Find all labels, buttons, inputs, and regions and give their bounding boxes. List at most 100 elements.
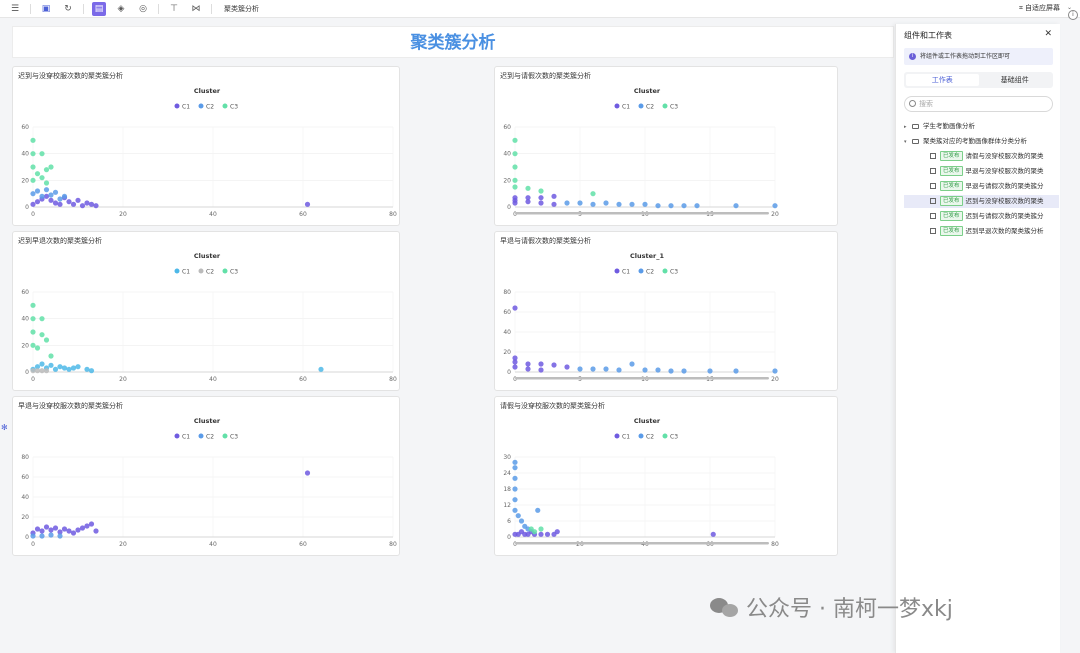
tree-item-5[interactable]: 已发布 迟到早退次数的聚类簇分析 bbox=[904, 225, 1059, 238]
watermark-text: 公众号 · 南柯一梦xkj bbox=[746, 597, 953, 622]
worksheet-icon bbox=[930, 213, 936, 219]
item-label: 早退与没穿校服次数的聚类 bbox=[965, 167, 1044, 175]
data-point bbox=[75, 197, 81, 203]
data-point bbox=[512, 459, 518, 465]
chart-panel-5[interactable]: 请假与没穿校服次数的聚类簇分析 Cluster C1 C2 C3 0 6 12 18 24 30 0… bbox=[494, 396, 838, 556]
info-icon: i bbox=[909, 53, 916, 60]
data-point bbox=[34, 199, 41, 205]
info-icon[interactable]: i bbox=[1068, 10, 1078, 20]
x-tick-label: 20 bbox=[119, 541, 127, 548]
layout-icon[interactable]: ▤ bbox=[92, 1, 106, 16]
tree-item-0[interactable]: 已发布 请假与没穿校服次数的聚类 bbox=[904, 150, 1059, 163]
legend-marker bbox=[174, 268, 180, 274]
x-scrollbar bbox=[515, 377, 769, 380]
data-point bbox=[544, 531, 551, 537]
published-badge: 已发布 bbox=[940, 181, 963, 191]
dashboard-title: 聚类簇分析 bbox=[12, 26, 894, 58]
data-point bbox=[88, 201, 95, 207]
folder-open-icon bbox=[912, 138, 919, 144]
data-point bbox=[48, 532, 54, 538]
tree-item-2[interactable]: 已发布 早退与请假次数的聚类簇分 bbox=[904, 180, 1059, 193]
data-point bbox=[39, 316, 45, 322]
refresh-icon[interactable]: ↻ bbox=[61, 2, 75, 16]
x-scrollbar bbox=[515, 542, 769, 545]
data-point bbox=[655, 367, 661, 373]
data-point bbox=[30, 137, 36, 143]
data-point bbox=[30, 533, 36, 539]
tab-worksheets[interactable]: 工作表 bbox=[906, 74, 979, 86]
published-badge: 已发布 bbox=[940, 226, 963, 236]
x-tick-label: 40 bbox=[209, 211, 217, 218]
data-point bbox=[48, 192, 54, 198]
y-tick-label: 40 bbox=[21, 151, 29, 158]
theme-icon[interactable]: ◎ bbox=[136, 2, 150, 16]
y-tick-label: 30 bbox=[503, 454, 511, 461]
legend-marker bbox=[222, 103, 228, 109]
data-point bbox=[30, 191, 36, 197]
tree-item-3[interactable]: 已发布 迟到与没穿校服次数的聚类 bbox=[904, 195, 1059, 208]
data-point bbox=[34, 345, 41, 351]
y-tick-label: 60 bbox=[503, 309, 511, 316]
search-input[interactable]: 搜索 bbox=[904, 96, 1053, 112]
chart-panel-3[interactable]: 早退与请假次数的聚类簇分析 Cluster_1C1C2C302040608005… bbox=[494, 231, 838, 391]
data-point bbox=[84, 523, 90, 529]
data-point bbox=[34, 526, 41, 532]
tree-folder-cluster[interactable]: ▾ 聚类簇对应的考勤画像群体分类分析 bbox=[904, 135, 1059, 148]
settings-icon[interactable]: ✻ bbox=[1, 423, 8, 432]
caret-down-icon[interactable]: ▾ bbox=[904, 136, 912, 148]
data-point bbox=[70, 365, 77, 371]
document-title: 聚类簇分析 bbox=[224, 4, 259, 13]
fit-screen-button[interactable]: ⌗ 自适应屏幕 bbox=[1019, 3, 1060, 13]
toolbar-divider bbox=[30, 3, 31, 14]
data-point bbox=[551, 193, 557, 199]
data-point bbox=[629, 361, 635, 367]
y-tick-label: 20 bbox=[503, 349, 511, 356]
tree-item-1[interactable]: 已发布 早退与没穿校服次数的聚类 bbox=[904, 165, 1059, 178]
share-icon[interactable]: ⋈ bbox=[189, 2, 203, 16]
toolbar-divider bbox=[211, 3, 212, 14]
caret-right-icon[interactable]: ▸ bbox=[904, 121, 912, 133]
chart-panel-4[interactable]: 早退与没穿校服次数的聚类簇分析 Cluster C1 C2 C3 0 20 40 60 80 0 2… bbox=[12, 396, 400, 556]
y-tick-label: 20 bbox=[21, 177, 29, 184]
panel-header: 组件和工作表 bbox=[904, 31, 952, 40]
y-tick-label: 40 bbox=[503, 151, 511, 158]
legend-marker bbox=[638, 103, 644, 109]
data-point bbox=[551, 201, 557, 207]
data-point bbox=[538, 361, 544, 367]
data-point bbox=[39, 528, 45, 534]
scatter-chart: Cluster C1 C2 C3 0 20 40 60 0 20 40 60 80 bbox=[21, 87, 397, 218]
save-icon[interactable]: ▣ bbox=[39, 2, 53, 16]
data-point bbox=[57, 533, 63, 539]
tree-folder-attendance[interactable]: ▸ 学生考勤画像分析 bbox=[904, 120, 1059, 133]
data-point bbox=[88, 521, 95, 527]
legend-label: C3 bbox=[230, 434, 238, 441]
y-tick-label: 6 bbox=[507, 518, 511, 525]
data-point bbox=[655, 203, 661, 209]
data-point bbox=[34, 171, 41, 177]
y-tick-label: 60 bbox=[21, 124, 29, 131]
data-point bbox=[52, 200, 59, 206]
legend-label: C2 bbox=[206, 269, 214, 276]
chart-panel-1[interactable]: 迟到与请假次数的聚类簇分析 ClusterC1C2C30204060051015… bbox=[494, 66, 838, 226]
drag-tip-text: 将组件或工作表拖动到工作区即可 bbox=[920, 53, 1011, 60]
data-point bbox=[512, 305, 518, 311]
data-point bbox=[39, 361, 45, 367]
legend-title: Cluster bbox=[634, 417, 661, 425]
outline-icon[interactable]: ☰ bbox=[8, 2, 22, 16]
filter-icon[interactable]: ⊤ bbox=[167, 2, 181, 16]
data-point bbox=[43, 524, 50, 530]
tree-item-4[interactable]: 已发布 迟到与请假次数的聚类簇分 bbox=[904, 210, 1059, 223]
chart-panel-2[interactable]: 迟到早退次数的聚类簇分析 Cluster C1 C2 C3 0 20 40 60 0 20 40 60… bbox=[12, 231, 400, 391]
data-point bbox=[43, 193, 50, 199]
component-icon[interactable]: ◈ bbox=[114, 2, 128, 16]
legend-label: C1 bbox=[182, 434, 190, 441]
toolbar-divider bbox=[158, 3, 159, 14]
y-tick-label: 60 bbox=[503, 124, 511, 131]
data-point bbox=[512, 151, 518, 157]
data-point bbox=[564, 200, 570, 206]
data-point bbox=[710, 531, 716, 537]
tab-basic-components[interactable]: 基础组件 bbox=[979, 74, 1052, 86]
close-icon[interactable]: ✕ bbox=[1044, 29, 1052, 39]
data-point bbox=[79, 525, 86, 531]
chart-panel-0[interactable]: 迟到与没穿校服次数的聚类簇分析 Cluster C1 C2 C3 0 20 40 60 0 20 4… bbox=[12, 66, 400, 226]
